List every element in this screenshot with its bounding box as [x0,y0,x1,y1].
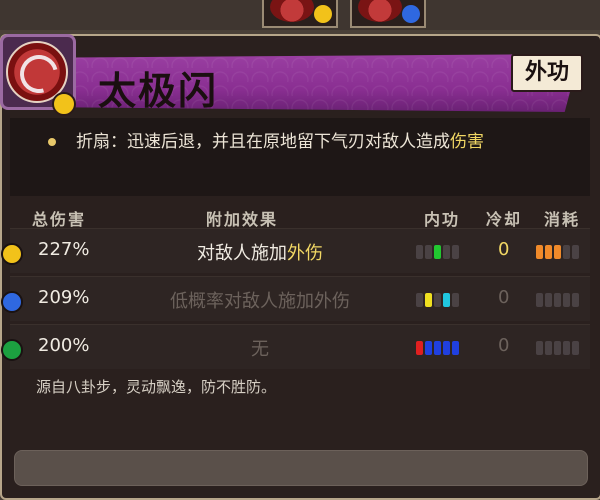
skill-tab-icon [358,0,402,22]
pip-segment [425,293,432,307]
row-cooldown: 0 [498,239,510,260]
table-row[interactable]: 209% 低概率对敌人施加外伤 0 [1,276,590,321]
header-damage: 总伤害 [32,210,87,229]
pip-segment [452,341,459,355]
row-effect: 低概率对敌人施加外伤 [100,287,420,313]
row-cooldown: 0 [498,287,510,308]
pip-segment [572,293,579,307]
header-cooldown: 冷却 [486,210,523,229]
neigong-pips [416,245,459,259]
pip-segment [545,341,552,355]
pip-segment [554,245,561,259]
pip-segment [554,293,561,307]
table-header: 总伤害 附加效果 内功 冷却 消耗 [10,204,590,229]
pip-segment [443,245,450,259]
pip-segment [425,245,432,259]
table-row[interactable]: 227% 对敌人施加外伤 0 [1,228,590,273]
description-text: 折扇：迅速后退，并且在原地留下气刃对敌人造成 [76,132,450,152]
skill-tab-icon [270,0,314,22]
pip-segment [416,293,423,307]
green-dot-icon [1,339,23,361]
row-damage: 200% [38,335,90,356]
pip-segment [563,245,570,259]
pip-segment [545,293,552,307]
skill-description: 折扇：迅速后退，并且在原地留下气刃对敌人造成伤害 [76,128,576,156]
pip-segment [434,245,441,259]
source-text: 源自八卦步，灵动飘逸，防不胜防。 [36,378,277,396]
bottom-input-bar[interactable] [14,450,588,486]
effect-text: 无 [251,339,269,360]
row-cooldown: 0 [498,335,510,356]
skill-tab-1[interactable] [262,0,338,28]
pip-segment [425,341,432,355]
pip-segment [434,293,441,307]
effect-highlight: 外伤 [287,243,323,264]
header-effect: 附加效果 [206,210,279,229]
yellow-dot-icon [1,243,23,265]
pip-segment [572,245,579,259]
cost-pips [536,245,579,259]
pip-segment [563,341,570,355]
row-damage: 227% [38,239,90,260]
effect-text: 低概率对敌人施加外伤 [170,291,350,312]
yellow-dot-icon [52,92,76,116]
pip-segment [536,293,543,307]
pip-segment [563,293,570,307]
pip-segment [443,341,450,355]
table-row[interactable]: 200% 无 0 [1,324,590,369]
pip-segment [416,341,423,355]
cost-pips [536,293,579,307]
header-cost: 消耗 [544,210,581,229]
pip-segment [452,293,459,307]
pip-segment [416,245,423,259]
blue-dot-icon [402,5,420,23]
yellow-dot-icon [314,5,332,23]
row-effect: 无 [100,335,420,361]
pip-segment [545,245,552,259]
skill-title: 太极闪 [98,69,219,113]
pip-segment [572,341,579,355]
pip-segment [536,245,543,259]
bullet-icon [48,138,56,146]
skill-tab-strip [0,0,600,30]
effect-text: 对敌人施加 [197,243,287,264]
cost-pips [536,341,579,355]
pip-segment [434,341,441,355]
description-highlight: 伤害 [450,132,484,152]
pip-segment [536,341,543,355]
pip-segment [452,245,459,259]
blue-dot-icon [1,291,23,313]
row-damage: 209% [38,287,90,308]
header-neigong: 内功 [424,210,461,229]
row-effect: 对敌人施加外伤 [100,239,420,265]
pip-segment [443,293,450,307]
neigong-pips [416,293,459,307]
neigong-pips [416,341,459,355]
skill-tab-2[interactable] [350,0,426,28]
category-badge: 外功 [511,54,583,92]
pip-segment [554,341,561,355]
